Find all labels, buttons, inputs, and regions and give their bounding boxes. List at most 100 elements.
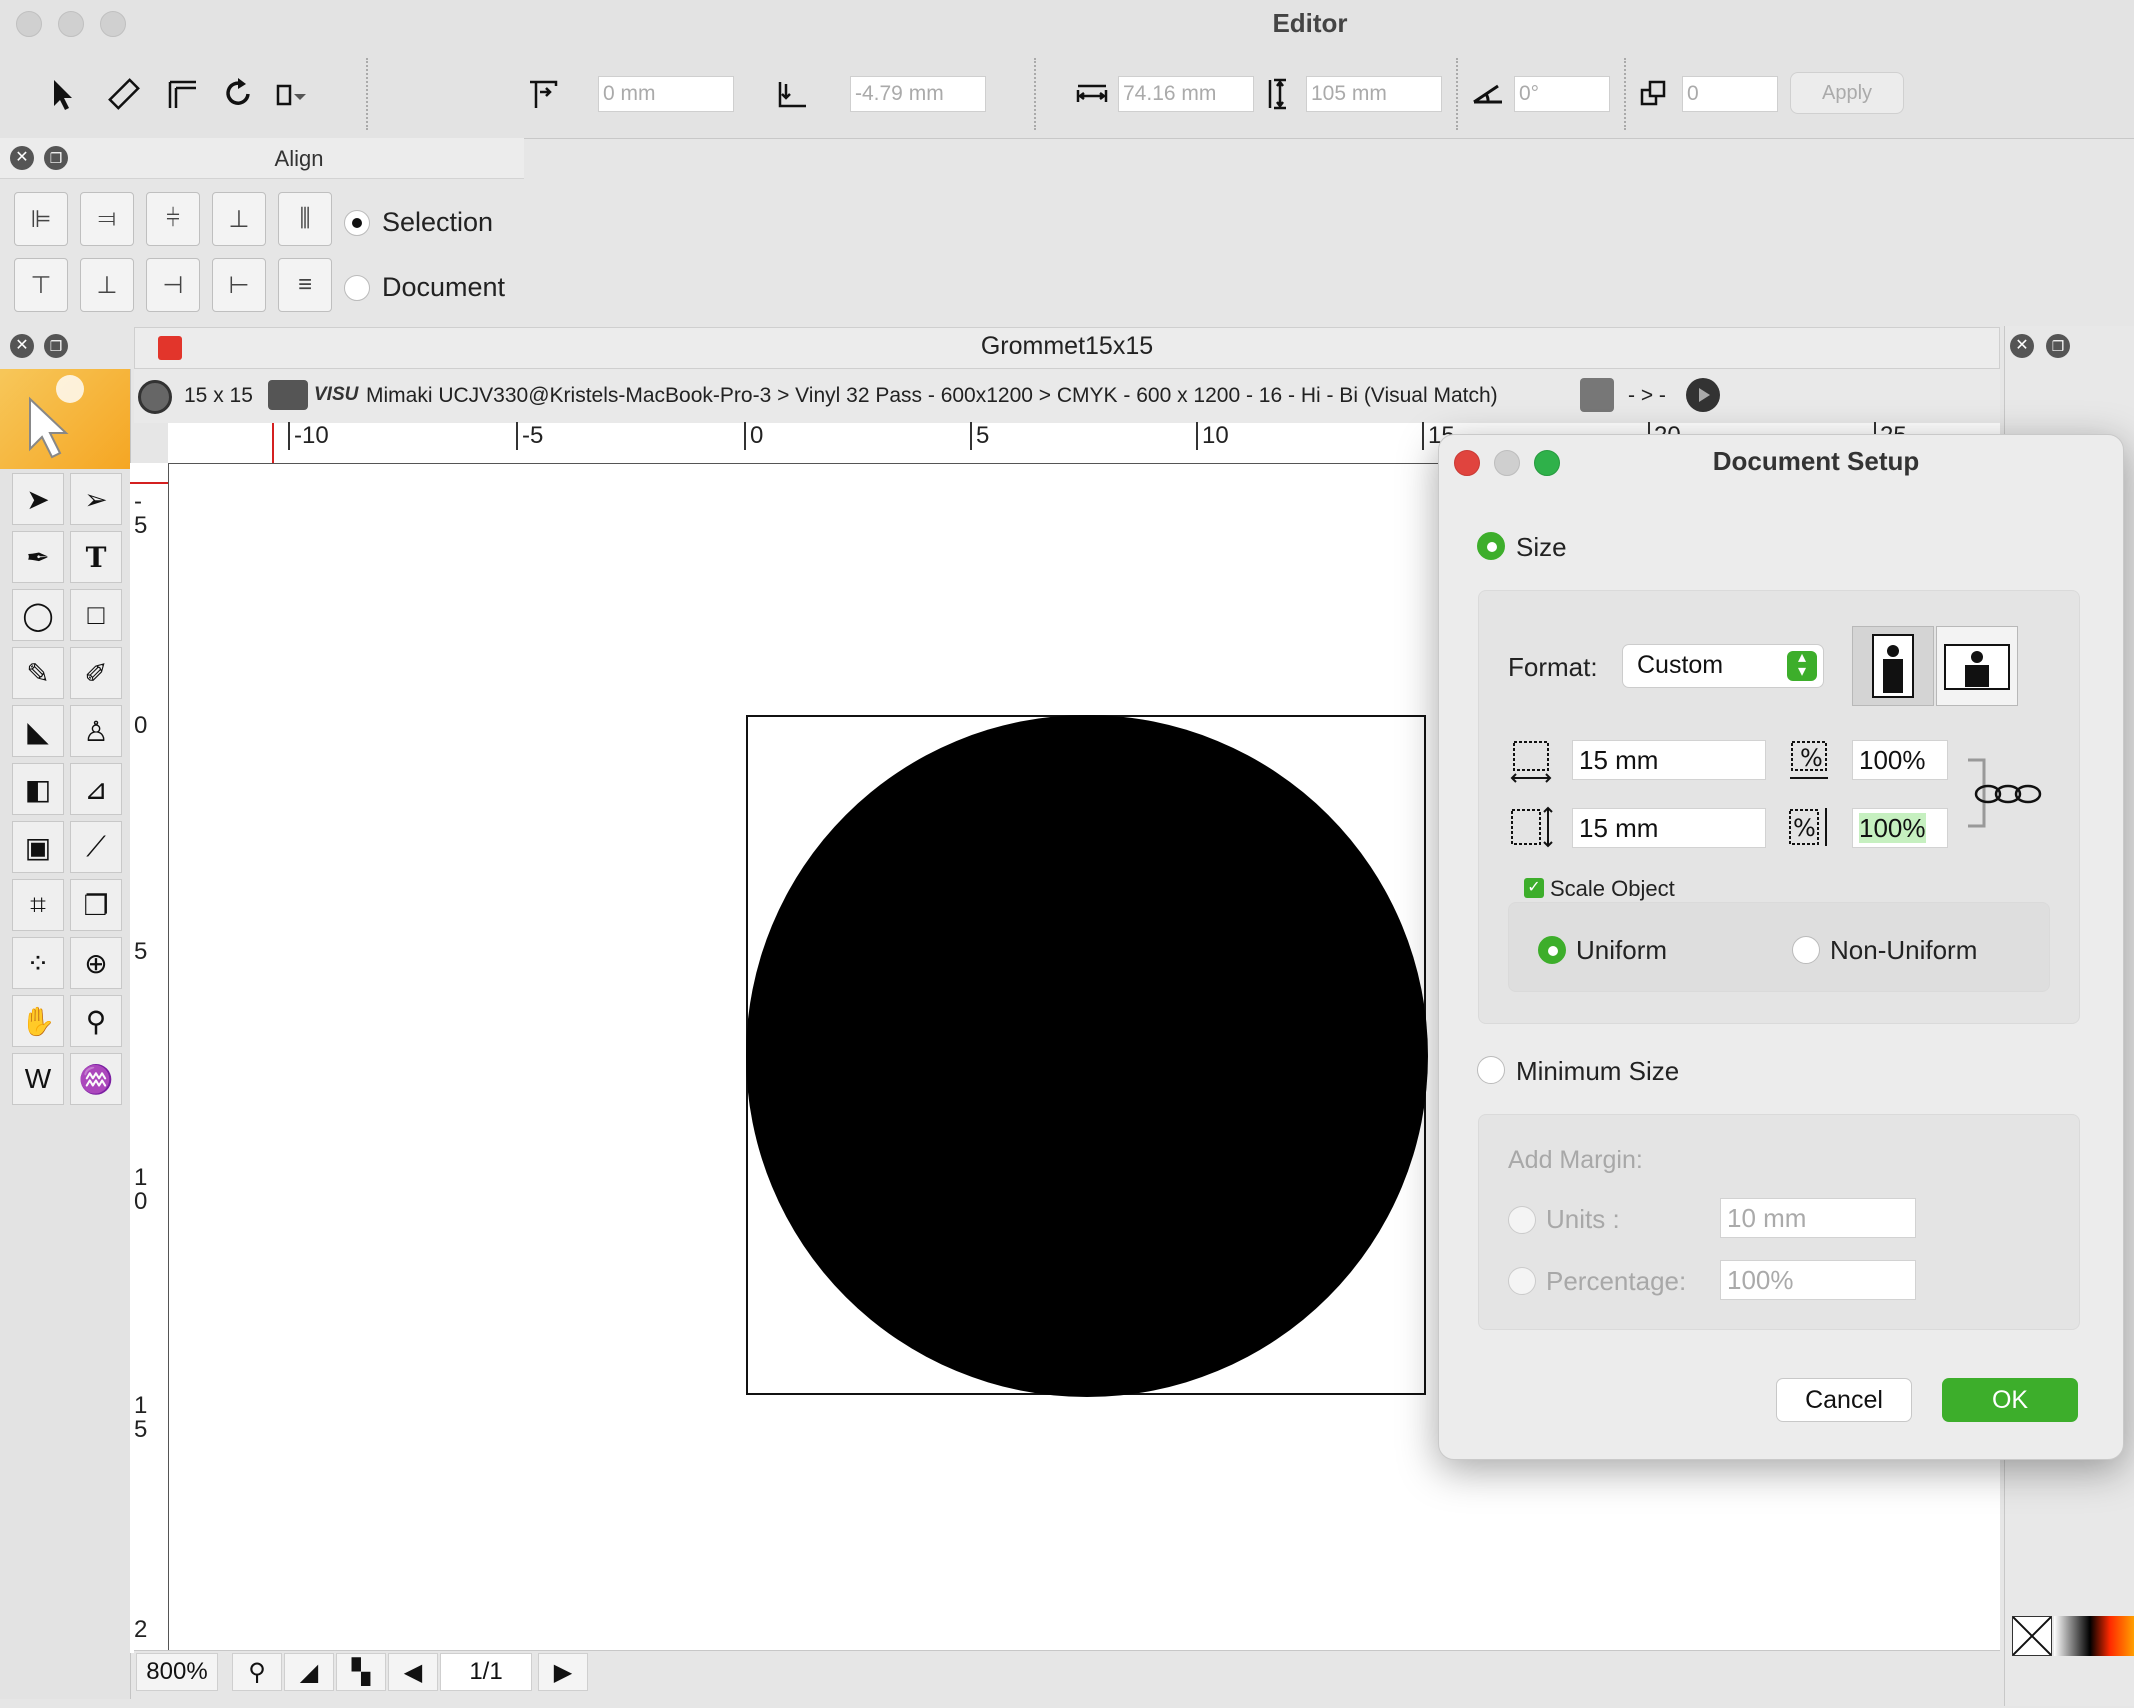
document-radio[interactable]: [344, 275, 370, 301]
ruler-label: -5: [516, 422, 543, 450]
percentage-field[interactable]: 100%: [1720, 1260, 1916, 1300]
detach-right-panel-icon[interactable]: ❐: [2046, 334, 2070, 358]
active-tool-icon: [0, 369, 130, 469]
ruler-position-marker: [272, 423, 274, 463]
cancel-button[interactable]: Cancel: [1776, 1378, 1912, 1422]
registration-tool-icon[interactable]: ⊕: [70, 937, 122, 989]
nodes-tool-icon[interactable]: ⁘: [12, 937, 64, 989]
rotate-icon[interactable]: [214, 70, 262, 118]
units-radio[interactable]: [1508, 1206, 1536, 1234]
gradient-tool-icon[interactable]: ▣: [12, 821, 64, 873]
minimum-size-label: Minimum Size: [1516, 1056, 1680, 1086]
align-center-h-button[interactable]: ⫩: [146, 192, 200, 246]
width-percent-field[interactable]: 100%: [1852, 740, 1948, 780]
crop-tool-icon[interactable]: ⌗: [12, 879, 64, 931]
align-center-v-button[interactable]: ⊣: [146, 258, 200, 312]
brush-tool-icon[interactable]: ✎: [12, 647, 64, 699]
ruler-icon[interactable]: [100, 70, 148, 118]
next-page-icon[interactable]: ▶: [538, 1653, 588, 1691]
width-field[interactable]: 74.16 mm: [1118, 76, 1254, 112]
printer-path[interactable]: Mimaki UCJV330@Kristels-MacBook-Pro-3 > …: [366, 384, 1498, 408]
x-position-field[interactable]: 0 mm: [598, 76, 734, 112]
zoom-level-field[interactable]: 800%: [136, 1653, 218, 1691]
distribute-spacing-v-button[interactable]: ≡: [278, 258, 332, 312]
units-field[interactable]: 10 mm: [1720, 1198, 1916, 1238]
previous-page-icon[interactable]: ◀: [388, 1653, 438, 1691]
selection-radio[interactable]: [344, 210, 370, 236]
media-size-icon[interactable]: [138, 380, 172, 414]
knife-tool-icon[interactable]: ◣: [12, 705, 64, 757]
printer-icon[interactable]: [268, 380, 308, 410]
zoom-tool-icon[interactable]: ⚲: [70, 995, 122, 1047]
size-radio[interactable]: [1477, 532, 1505, 560]
mirror-tool-icon[interactable]: ◧: [12, 763, 64, 815]
align-right-button[interactable]: ⫤: [80, 192, 134, 246]
format-select-value: Custom: [1637, 651, 1724, 679]
measure-tool-icon[interactable]: ⟋: [70, 821, 122, 873]
text-tool-icon[interactable]: T: [70, 531, 122, 583]
selection-label: Selection: [382, 207, 494, 237]
play-icon[interactable]: [1686, 378, 1720, 412]
non-uniform-radio[interactable]: [1792, 936, 1820, 964]
shear-tool-icon[interactable]: ⊿: [70, 763, 122, 815]
close-right-panel-icon[interactable]: ✕: [2010, 334, 2034, 358]
eyedropper-tool-icon[interactable]: ✐: [70, 647, 122, 699]
close-tools-icon[interactable]: ✕: [10, 334, 34, 358]
landscape-orientation-button[interactable]: [1936, 626, 2018, 706]
ruler-label: 5: [970, 422, 989, 450]
align-top-button[interactable]: ⊤: [14, 258, 68, 312]
shape-dropdown-icon[interactable]: [268, 70, 316, 118]
angle-field[interactable]: 0°: [1514, 76, 1610, 112]
align-bottom-button[interactable]: ⊥: [80, 258, 134, 312]
scale-object-checkbox[interactable]: ✓: [1524, 878, 1544, 898]
apply-button[interactable]: Apply: [1790, 72, 1904, 114]
copies-icon: [1630, 70, 1678, 118]
contour-tool-icon[interactable]: ♒: [70, 1053, 122, 1105]
weld-tool-icon[interactable]: W: [12, 1053, 64, 1105]
format-select[interactable]: Custom ▴ ▾: [1622, 644, 1824, 688]
width-icon: [1068, 70, 1116, 118]
percentage-radio[interactable]: [1508, 1267, 1536, 1295]
grommet-circle-shape[interactable]: [746, 715, 1428, 1397]
paint-bucket-tool-icon[interactable]: ♙: [70, 705, 122, 757]
visu-label: VISU: [314, 384, 359, 405]
vertical-ruler: [130, 463, 169, 1653]
align-left-button[interactable]: ⊫: [14, 192, 68, 246]
fit-page-icon[interactable]: ▚: [336, 1653, 386, 1691]
distribute-v-button[interactable]: ⊢: [212, 258, 266, 312]
height-percent-value: 100%: [1859, 813, 1926, 843]
width-field[interactable]: 15 mm: [1572, 740, 1766, 780]
select-tool-icon[interactable]: ➤: [12, 473, 64, 525]
height-field[interactable]: 15 mm: [1572, 808, 1766, 848]
zoom-menu-icon[interactable]: ⚲: [232, 1653, 282, 1691]
copies-field[interactable]: 0: [1682, 76, 1778, 112]
height-field[interactable]: 105 mm: [1306, 76, 1442, 112]
toolbar-divider: [1624, 58, 1626, 130]
portrait-orientation-button[interactable]: [1852, 626, 1934, 706]
dialog-title: Document Setup: [1712, 446, 1920, 476]
pen-tool-icon[interactable]: ✒: [12, 531, 64, 583]
ruler-label: 10: [1196, 422, 1229, 450]
minimum-size-radio[interactable]: [1477, 1056, 1505, 1084]
guides-icon[interactable]: [158, 70, 206, 118]
direct-select-tool-icon[interactable]: ➢: [70, 473, 122, 525]
uniform-radio[interactable]: [1538, 936, 1566, 964]
color-swatch-strip[interactable]: [2054, 1616, 2134, 1656]
link-chain-icon[interactable]: [1966, 756, 2048, 830]
ruler-label: -10: [288, 422, 329, 450]
detach-tools-icon[interactable]: ❐: [44, 334, 68, 358]
y-position-field[interactable]: -4.79 mm: [850, 76, 986, 112]
fit-width-icon[interactable]: ◢: [284, 1653, 334, 1691]
x-position-icon: [518, 70, 566, 118]
height-percent-field[interactable]: 100%: [1852, 808, 1948, 848]
copies-tool-icon[interactable]: ❐: [70, 879, 122, 931]
select-arrow-icon[interactable]: [38, 70, 86, 118]
distribute-h-button[interactable]: ⊥: [212, 192, 266, 246]
rip-queue-icon[interactable]: [1580, 378, 1614, 412]
lasso-tool-icon[interactable]: ◯: [12, 589, 64, 641]
hand-tool-icon[interactable]: ✋: [12, 995, 64, 1047]
rectangle-tool-icon[interactable]: □: [70, 589, 122, 641]
ok-button[interactable]: OK: [1942, 1378, 2078, 1422]
distribute-spacing-h-button[interactable]: ⫼: [278, 192, 332, 246]
no-fill-swatch[interactable]: [2012, 1616, 2052, 1656]
